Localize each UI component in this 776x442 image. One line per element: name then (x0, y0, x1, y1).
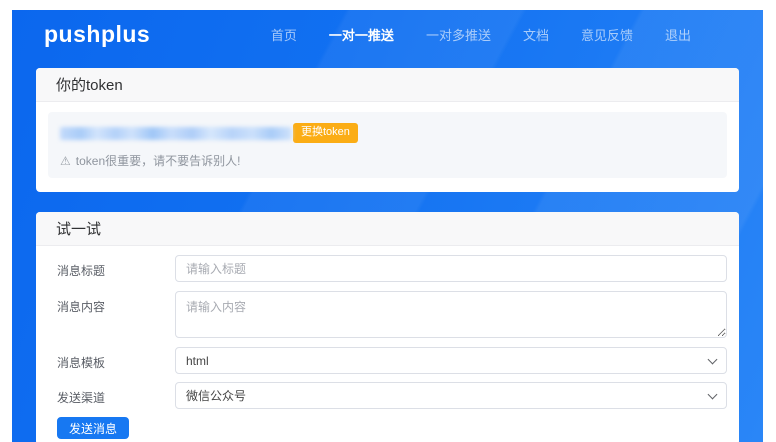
warning-triangle-icon: ⚠ (60, 155, 71, 167)
nav-links: 首页 一对一推送 一对多推送 文档 意见反馈 退出 (271, 25, 691, 44)
message-title-row: 消息标题 (57, 255, 727, 282)
message-title-field-wrap (175, 255, 727, 282)
send-channel-select[interactable]: 微信公众号 (175, 382, 727, 409)
send-channel-row: 发送渠道 微信公众号 (57, 382, 727, 409)
message-content-textarea[interactable] (175, 291, 727, 338)
nav-item-one-to-one-push[interactable]: 一对一推送 (329, 25, 394, 44)
token-warning: ⚠ token很重要，请不要告诉别人! (60, 152, 713, 169)
message-content-row: 消息内容 (57, 291, 727, 338)
send-button-row: 发送消息 (57, 417, 727, 439)
message-title-input[interactable] (175, 255, 727, 282)
nav-item-logout[interactable]: 退出 (665, 25, 691, 44)
try-it-card-title: 试一试 (36, 212, 739, 246)
token-card: 你的token 更换token ⚠ token很重要，请不要告诉别人! (36, 68, 739, 192)
page-background: pushplus 首页 一对一推送 一对多推送 文档 意见反馈 退出 你的tok… (12, 10, 763, 442)
nav-item-home[interactable]: 首页 (271, 25, 297, 44)
send-message-button[interactable]: 发送消息 (57, 417, 129, 439)
token-warning-text: token很重要，请不要告诉别人! (76, 152, 241, 169)
spacer (12, 192, 763, 212)
message-template-field-wrap: html (175, 347, 727, 374)
try-it-card-body: 消息标题 消息内容 消息模板 html 发送渠道 (36, 246, 739, 442)
message-template-row: 消息模板 html (57, 347, 727, 374)
nav-item-one-to-many-push[interactable]: 一对多推送 (426, 25, 491, 44)
token-card-body: 更换token ⚠ token很重要，请不要告诉别人! (36, 102, 739, 192)
token-panel: 更换token ⚠ token很重要，请不要告诉别人! (48, 112, 727, 178)
message-title-label: 消息标题 (57, 255, 175, 279)
send-channel-label: 发送渠道 (57, 382, 175, 406)
message-template-select[interactable]: html (175, 347, 727, 374)
token-value-blurred (60, 127, 292, 140)
nav-item-docs[interactable]: 文档 (523, 25, 549, 44)
change-token-button[interactable]: 更换token (293, 123, 358, 143)
top-navbar: pushplus 首页 一对一推送 一对多推送 文档 意见反馈 退出 (12, 10, 763, 58)
send-channel-field-wrap: 微信公众号 (175, 382, 727, 409)
brand-logo[interactable]: pushplus (44, 21, 150, 48)
try-it-card: 试一试 消息标题 消息内容 消息模板 html (36, 212, 739, 442)
message-template-label: 消息模板 (57, 347, 175, 371)
token-card-title: 你的token (36, 68, 739, 102)
nav-item-feedback[interactable]: 意见反馈 (581, 25, 633, 44)
token-row: 更换token (60, 123, 713, 143)
message-content-field-wrap (175, 291, 727, 338)
message-content-label: 消息内容 (57, 291, 175, 315)
